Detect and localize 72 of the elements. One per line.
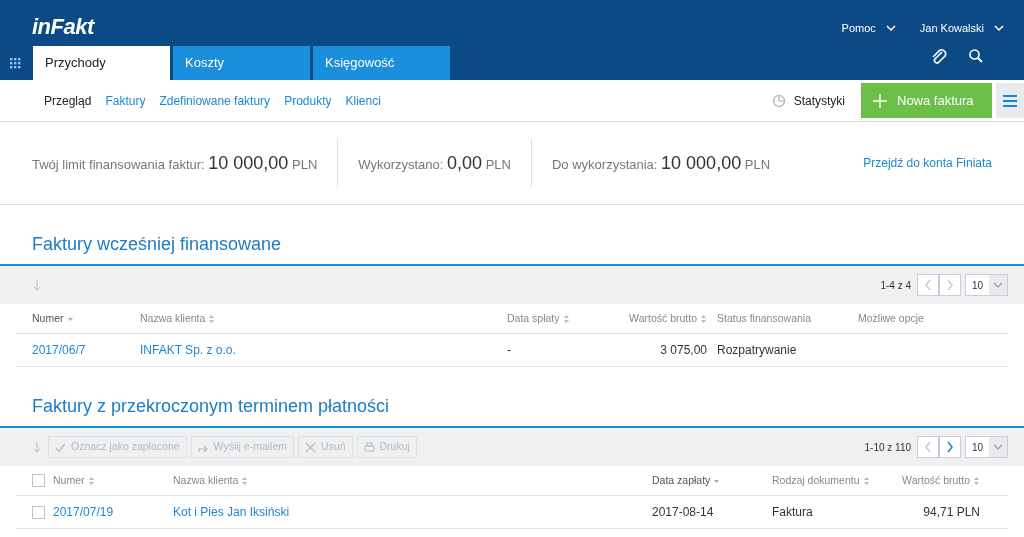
column-header[interactable]: Rodzaj dokumentu (772, 472, 860, 489)
table-cell-text: 94,71 PLN (923, 504, 980, 521)
apps-grid-icon (10, 57, 21, 69)
chevron-icon (946, 441, 954, 453)
chevron-down-icon (993, 281, 1003, 289)
chevron-icon (946, 279, 954, 291)
table-cell-text: 3 075,00 (660, 342, 707, 359)
checkbox[interactable] (32, 474, 45, 487)
finiata-link[interactable]: Przejdź do konta Finiata (863, 154, 992, 172)
column-header[interactable]: Numer (53, 472, 85, 489)
column-header[interactable]: Data spłaty (507, 310, 560, 327)
sort-icon (973, 475, 980, 486)
nav-link[interactable]: Faktury (105, 91, 146, 110)
menu-icon (1003, 94, 1017, 107)
column-header[interactable]: Numer (32, 310, 64, 327)
nav-link[interactable]: Zdefiniowane faktury (159, 91, 271, 110)
sort-icon (700, 313, 707, 324)
column-header[interactable]: Nazwa klienta (173, 472, 239, 489)
table-link[interactable]: Kot i Pies Jan Iksiński (173, 503, 290, 521)
sort-icon (241, 475, 249, 486)
table-link[interactable]: 2017/07/19 (53, 503, 114, 521)
limit-text: Wykorzystano: 0,00 PLN (358, 139, 532, 187)
column-header[interactable]: Nazwa klienta (140, 310, 206, 327)
column-header[interactable]: Wartość brutto (629, 310, 697, 327)
chevron-down-icon (993, 443, 1003, 451)
plus-icon (873, 93, 887, 108)
search-icon (968, 48, 984, 64)
menu-button[interactable] (996, 83, 1024, 118)
chevron-down-icon (994, 24, 1004, 33)
column-header: Status finansowania (717, 310, 811, 326)
page-range: 1-4 z 4 (880, 278, 911, 293)
page-range: 1-10 z 110 (864, 440, 911, 455)
new-invoice-button[interactable]: Nowa faktura (861, 83, 992, 118)
limit-text: Twój limit finansowania faktur: 10 000,00 PLN (32, 139, 339, 187)
chevron-icon (924, 279, 932, 291)
column-header: Możliwe opcje (858, 310, 924, 326)
close-icon (305, 441, 316, 453)
tab[interactable]: Księgowość (313, 46, 450, 80)
table-cell-text: 2017-08-14 (652, 504, 714, 521)
checkbox[interactable] (32, 505, 45, 519)
sort-icon (208, 313, 216, 324)
paperclip-icon (930, 48, 948, 66)
printer-icon (363, 441, 375, 453)
logo[interactable]: inFakt (32, 10, 94, 43)
nav-link[interactable]: Przegląd (44, 91, 92, 110)
per-page-select[interactable]: 10 (965, 274, 1008, 296)
column-header[interactable]: Data zapłaty (652, 472, 711, 489)
tab[interactable]: Przychody (33, 46, 170, 80)
per-page-select[interactable]: 10 (965, 436, 1008, 458)
next-page-button[interactable] (939, 436, 961, 458)
table-link[interactable]: INFAKT Sp. z o.o. (140, 341, 236, 359)
check-icon (55, 441, 66, 453)
sort-arrow-icon (32, 278, 42, 292)
dropdown-menu[interactable]: Jan Kowalski (919, 20, 1004, 37)
stats-link[interactable]: Statystyki (793, 91, 845, 110)
sort-icon (87, 475, 95, 486)
nav-link[interactable]: Klienci (345, 91, 381, 110)
limit-text: Do wykorzystania: 10 000,00 PLN (552, 152, 772, 175)
pie-chart-icon (771, 93, 786, 108)
sort-icon (862, 475, 870, 486)
sort-icon (562, 313, 570, 324)
chevron-icon (924, 441, 932, 453)
column-header[interactable]: Wartość brutto (902, 472, 970, 489)
nav-link[interactable]: Produkty (284, 91, 332, 110)
table-link[interactable]: 2017/06/7 (32, 341, 86, 359)
table-cell-text: Rozpatrywanie (717, 342, 797, 359)
sort-arrow-icon (32, 440, 42, 454)
dropdown-menu[interactable]: Pomoc (841, 20, 896, 37)
chevron-down-icon (885, 24, 896, 33)
table-cell-text: Faktura (772, 504, 813, 521)
table-cell-text: - (507, 342, 511, 359)
tab[interactable]: Koszty (173, 46, 310, 80)
